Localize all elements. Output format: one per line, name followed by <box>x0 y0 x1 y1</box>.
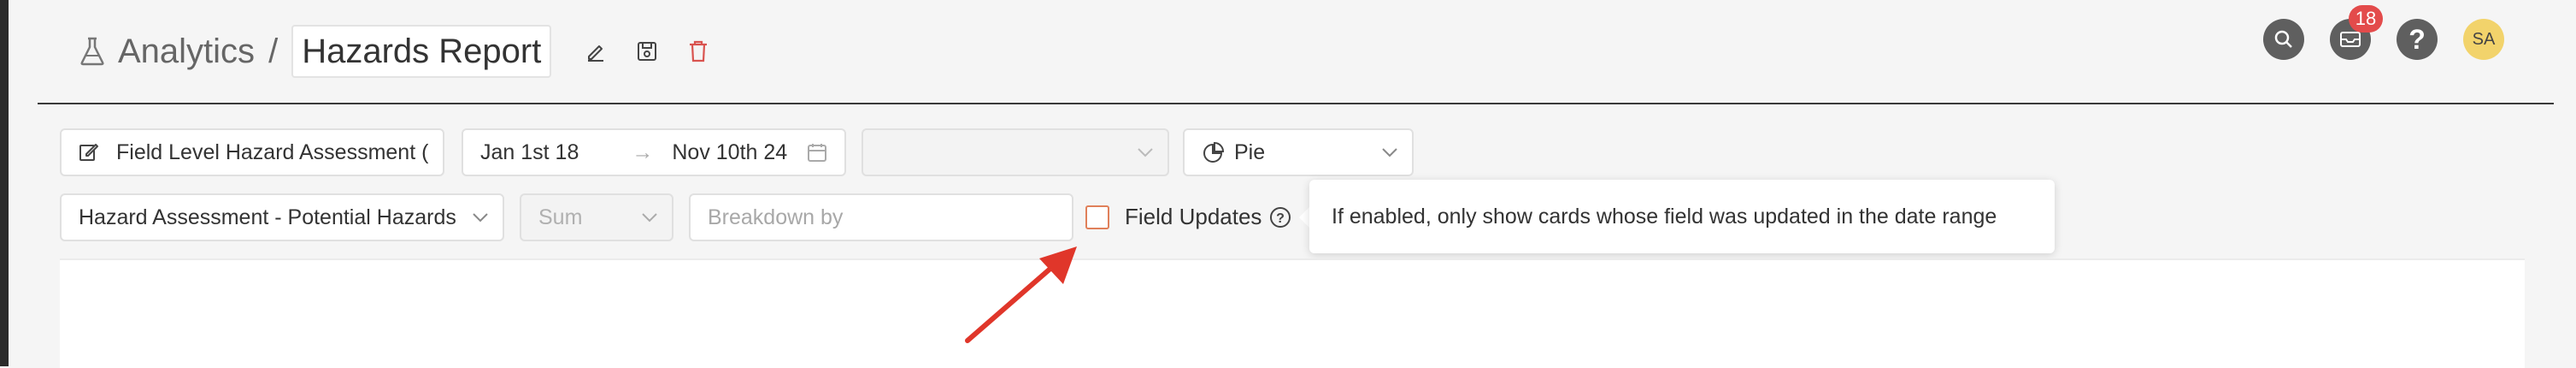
aggregation-select[interactable]: Sum <box>520 193 673 241</box>
chevron-down-icon <box>473 213 488 223</box>
flask-icon <box>75 34 109 68</box>
chevron-down-icon <box>1138 148 1153 157</box>
header-actions: 18 ? SA <box>2263 5 2504 60</box>
edit-form-icon <box>79 144 98 161</box>
field-updates-tooltip: If enabled, only show cards whose field … <box>1309 180 2055 253</box>
annotation-arrow-icon <box>965 246 1077 343</box>
svg-text:?: ? <box>1276 211 1285 226</box>
avatar[interactable]: SA <box>2463 19 2504 60</box>
empty-select[interactable] <box>862 128 1169 176</box>
breakdown-input[interactable]: Breakdown by <box>689 193 1073 241</box>
date-end[interactable]: Nov 10th 24 <box>672 140 787 165</box>
field-select[interactable]: Hazard Assessment - Potential Hazards <box>60 193 504 241</box>
search-icon <box>2274 30 2292 48</box>
field-updates-label[interactable]: Field Updates <box>1125 204 1262 230</box>
save-icon[interactable] <box>630 34 664 68</box>
chart-type-value: Pie <box>1234 139 1266 164</box>
question-circle-icon[interactable]: ? <box>1268 205 1292 229</box>
form-select[interactable]: Field Level Hazard Assessment ( <box>60 128 444 176</box>
calendar-icon <box>808 144 826 162</box>
date-range-picker[interactable]: Jan 1st 18 → Nov 10th 24 <box>462 128 846 176</box>
edit-icon[interactable] <box>579 34 613 68</box>
date-start[interactable]: Jan 1st 18 <box>480 140 579 165</box>
breakdown-placeholder: Breakdown by <box>708 205 844 229</box>
chevron-down-icon <box>642 213 657 223</box>
tooltip-arrow <box>1299 207 1309 228</box>
breadcrumb-separator: / <box>268 32 279 70</box>
help-button[interactable]: ? <box>2397 19 2438 60</box>
chart-area <box>60 258 2525 368</box>
header-divider <box>38 103 2554 104</box>
inbox-button[interactable]: 18 <box>2330 5 2383 60</box>
aggregation-value: Sum <box>538 205 583 229</box>
breadcrumb-analytics[interactable]: Analytics <box>118 33 255 71</box>
chart-type-select[interactable]: Pie <box>1183 128 1414 176</box>
field-select-value: Hazard Assessment - Potential Hazards <box>79 205 456 229</box>
mail-icon <box>2340 32 2361 47</box>
page-header: Analytics / Hazards Report <box>75 24 715 79</box>
report-title-input[interactable]: Hazards Report <box>291 25 552 78</box>
notification-badge: 18 <box>2349 5 2383 33</box>
window-edge <box>0 0 9 366</box>
help-icon: ? <box>2408 24 2426 55</box>
tooltip-text: If enabled, only show cards whose field … <box>1332 204 1997 229</box>
field-updates-checkbox[interactable] <box>1085 205 1109 229</box>
delete-icon[interactable] <box>681 34 715 68</box>
chevron-down-icon <box>1382 148 1397 157</box>
pie-chart-icon <box>1203 141 1224 163</box>
search-button[interactable] <box>2263 19 2304 60</box>
form-select-value: Field Level Hazard Assessment ( <box>116 139 429 164</box>
date-range-arrow: → <box>632 139 654 164</box>
